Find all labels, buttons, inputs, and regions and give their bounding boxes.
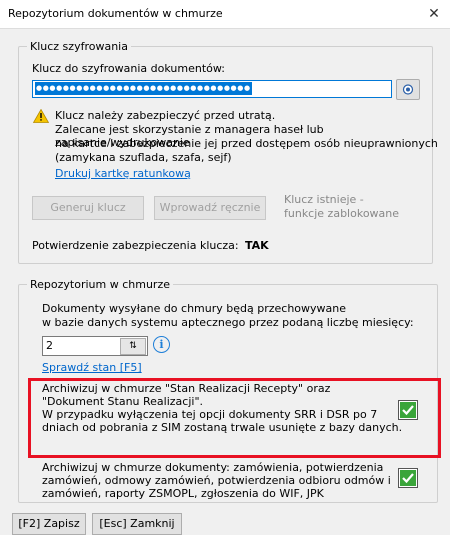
repository-desc-line-1: Dokumenty wysyłane do chmury będą przech… <box>42 302 347 315</box>
info-icon[interactable]: i <box>153 336 170 353</box>
checkmark-icon <box>400 470 416 486</box>
months-value: 2 <box>46 339 53 352</box>
window-title: Repozytorium dokumentów w chmurze <box>8 7 223 20</box>
show-key-button[interactable] <box>396 79 420 100</box>
archive1-line-3: W przypadku wyłączenia tej opcji dokumen… <box>42 408 378 421</box>
encryption-key-label: Klucz do szyfrowania dokumentów: <box>32 62 225 75</box>
encryption-legend: Klucz szyfrowania <box>27 40 131 53</box>
key-confirm-value: TAK <box>245 239 269 252</box>
archive-orders-checkbox[interactable] <box>398 468 418 488</box>
print-recovery-link[interactable]: Drukuj kartkę ratunkową <box>55 167 191 180</box>
key-confirm-label: Potwierdzenie zabezpieczenia klucza: <box>32 239 239 252</box>
warning-line-4: (zamykana szuflada, szafa, sejf) <box>55 151 232 164</box>
warning-icon <box>33 109 49 123</box>
save-button[interactable]: [F2] Zapisz <box>12 513 86 535</box>
check-status-link[interactable]: Sprawdź stan [F5] <box>42 361 142 374</box>
spin-arrows-icon[interactable]: ⇅ <box>120 338 146 355</box>
archive2-line-2: zamówień, odmowy zamówień, potwierdzenia… <box>42 474 391 487</box>
archive1-line-1: Archiwizuj w chmurze "Stan Realizacji Re… <box>42 382 331 395</box>
checkmark-icon <box>400 402 416 418</box>
generate-key-button[interactable]: Generuj klucz <box>32 196 144 220</box>
archive2-line-3: zamówień, raporty ZSMOPL, zgłoszenia do … <box>42 487 324 500</box>
archive2-line-1: Archiwizuj w chmurze dokumenty: zamówien… <box>42 461 384 474</box>
archive1-line-4: dniach od pobrania z SIM zostaną trwale … <box>42 421 403 434</box>
close-icon[interactable]: ✕ <box>418 0 450 28</box>
locked-note-line-1: Klucz istnieje - <box>284 193 364 206</box>
encryption-key-input[interactable]: ●●●●●●●●●●●●●●●●●●●●●●●●●●●●●●●● <box>32 80 392 98</box>
repository-desc-line-2: w bazie danych systemu aptecznego przez … <box>42 316 414 329</box>
archive1-line-2: "Dokument Stanu Realizacji". <box>42 395 204 408</box>
close-button[interactable]: [Esc] Zamknij <box>92 513 182 535</box>
eye-icon <box>402 84 414 95</box>
repository-legend: Repozytorium w chmurze <box>27 278 173 291</box>
locked-note-line-2: funkcje zablokowane <box>284 207 400 220</box>
manual-entry-button[interactable]: Wprowadź ręcznie <box>154 196 266 220</box>
warning-line-3: na kartce i zabezpieczenie jej przed dos… <box>55 137 438 150</box>
months-stepper[interactable]: 2 ⇅ <box>42 336 148 356</box>
warning-line-1: Klucz należy zabezpieczyć przed utratą. <box>55 109 276 122</box>
archive-srr-checkbox[interactable] <box>398 400 418 420</box>
title-bar: Repozytorium dokumentów w chmurze ✕ <box>0 0 450 29</box>
encryption-key-value: ●●●●●●●●●●●●●●●●●●●●●●●●●●●●●●●● <box>35 82 252 95</box>
